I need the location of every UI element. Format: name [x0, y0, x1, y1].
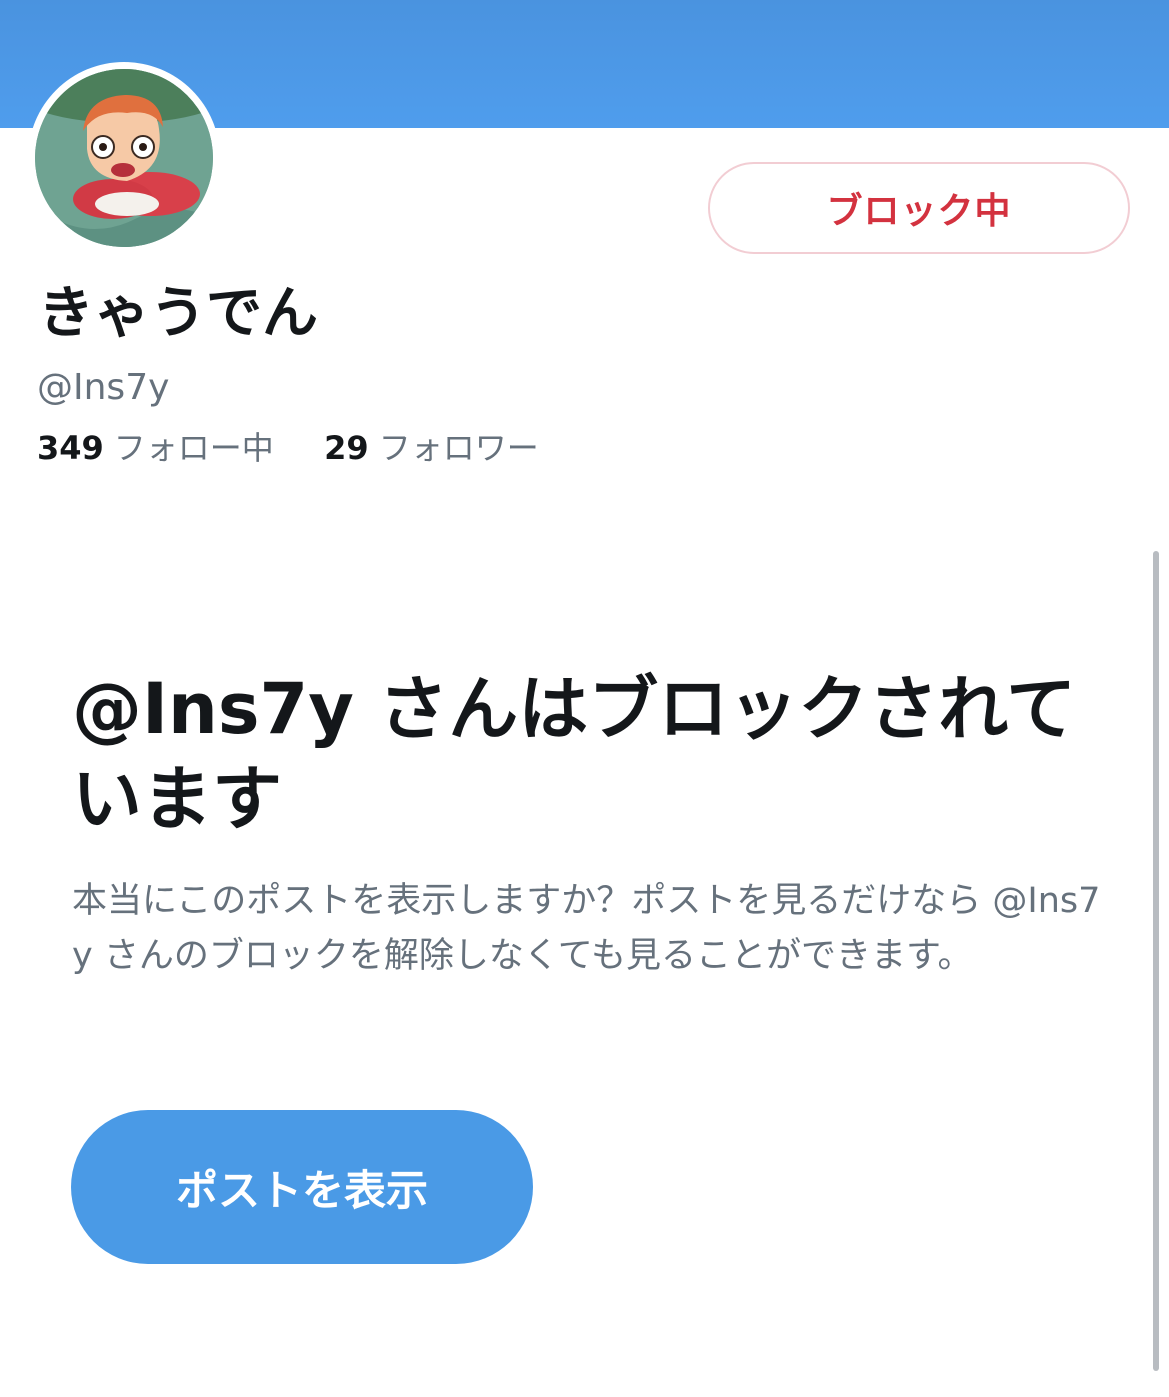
- following-link[interactable]: 349 フォロー中: [37, 429, 284, 467]
- followers-link[interactable]: 29 フォロワー: [324, 429, 539, 467]
- avatar-image: [35, 69, 213, 247]
- avatar[interactable]: [35, 69, 213, 247]
- blocked-button[interactable]: ブロック中: [708, 162, 1130, 254]
- display-name: きゃうでん: [38, 281, 318, 346]
- followers-count: 29: [324, 429, 369, 467]
- blocked-notice-body: 本当にこのポストを表示しますか？ポストを見るだけなら @Ins7y さんのブロッ…: [72, 881, 1101, 976]
- profile-page: ブロック中 きゃうでん @Ins7y 349 フォロー中 29 フォロワー @Ins…: [0, 0, 1169, 1397]
- followers-label: フォロワー: [378, 429, 539, 467]
- user-handle: @Ins7y: [37, 367, 170, 408]
- view-posts-button[interactable]: ポストを表示: [71, 1110, 533, 1264]
- scrollbar[interactable]: [1153, 551, 1159, 1371]
- follow-stats: 349 フォロー中 29 フォロワー: [37, 428, 539, 468]
- following-label: フォロー中: [113, 429, 274, 467]
- blocked-notice-title: @Ins7y さんはブロックされています: [72, 668, 1077, 840]
- following-count: 349: [37, 429, 104, 467]
